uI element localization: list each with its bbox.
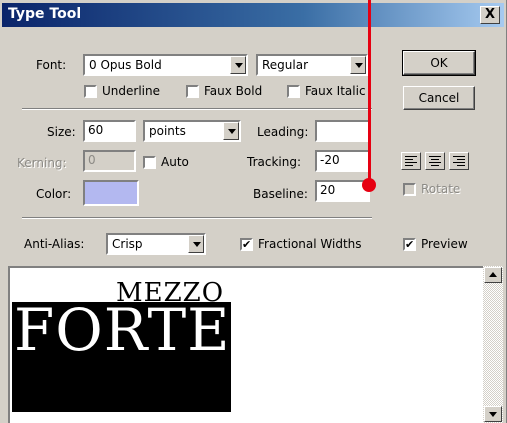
faux-bold-label: Faux Bold [204,84,263,98]
color-swatch[interactable] [83,180,139,206]
align-left-icon[interactable] [401,152,421,170]
antialias-label: Anti-Alias: [24,237,85,251]
color-label: Color: [36,187,72,201]
font-family-value: 0 Opus Bold [89,58,162,72]
type-tool-dialog: Type Tool X Font: 0 Opus Bold Regular Un… [0,0,507,423]
annotation-pointer-dot [362,178,376,192]
faux-italic-checkbox[interactable] [287,85,300,98]
size-unit-value: points [149,124,186,138]
leading-label: Leading: [257,125,309,139]
baseline-label: Baseline: [253,187,308,201]
leading-input[interactable] [315,120,370,142]
kerning-input[interactable]: 0 [83,150,136,172]
preview-label: Preview [421,237,468,251]
size-input[interactable]: 60 [83,120,136,142]
size-unit-select[interactable]: points [143,120,241,142]
font-style-value: Regular [262,58,309,72]
antialias-select[interactable]: Crisp [106,233,206,255]
close-button[interactable]: X [480,6,500,24]
annotation-pointer-line [368,0,371,183]
preview-checkbox[interactable]: ✔ [403,238,416,251]
window-title: Type Tool [8,6,82,22]
rotate-checkbox[interactable] [403,183,416,196]
tracking-label: Tracking: [247,155,301,169]
preview-text-forte: FORTE [14,296,231,364]
chevron-down-icon[interactable] [188,235,204,253]
fractional-widths-label: Fractional Widths [258,237,362,251]
align-right-icon[interactable] [449,152,469,170]
scroll-down-icon[interactable] [484,406,502,422]
antialias-value: Crisp [112,237,143,251]
cancel-button[interactable]: Cancel [403,86,475,110]
auto-kerning-label: Auto [161,155,189,169]
chevron-down-icon[interactable] [350,56,366,74]
preview-scrollbar[interactable] [483,266,503,423]
divider [22,217,372,219]
chevron-down-icon[interactable] [223,122,239,140]
divider [22,108,372,110]
underline-checkbox[interactable] [84,85,97,98]
title-bar[interactable]: Type Tool X [2,3,504,27]
rotate-label: Rotate [421,182,461,196]
align-center-icon[interactable] [425,152,445,170]
font-family-select[interactable]: 0 Opus Bold [83,54,248,76]
tracking-input[interactable]: -20 [315,150,370,172]
fractional-widths-checkbox[interactable]: ✔ [240,238,253,251]
size-label: Size: [47,125,76,139]
ok-button[interactable]: OK [402,50,476,76]
font-label: Font: [36,58,67,72]
chevron-down-icon[interactable] [230,56,246,74]
font-style-select[interactable]: Regular [256,54,368,76]
underline-label: Underline [102,84,160,98]
faux-bold-checkbox[interactable] [186,85,199,98]
kerning-label: Kerning: [17,156,67,170]
auto-kerning-checkbox[interactable] [143,156,156,169]
scroll-up-icon[interactable] [484,267,502,283]
faux-italic-label: Faux Italic [305,84,366,98]
